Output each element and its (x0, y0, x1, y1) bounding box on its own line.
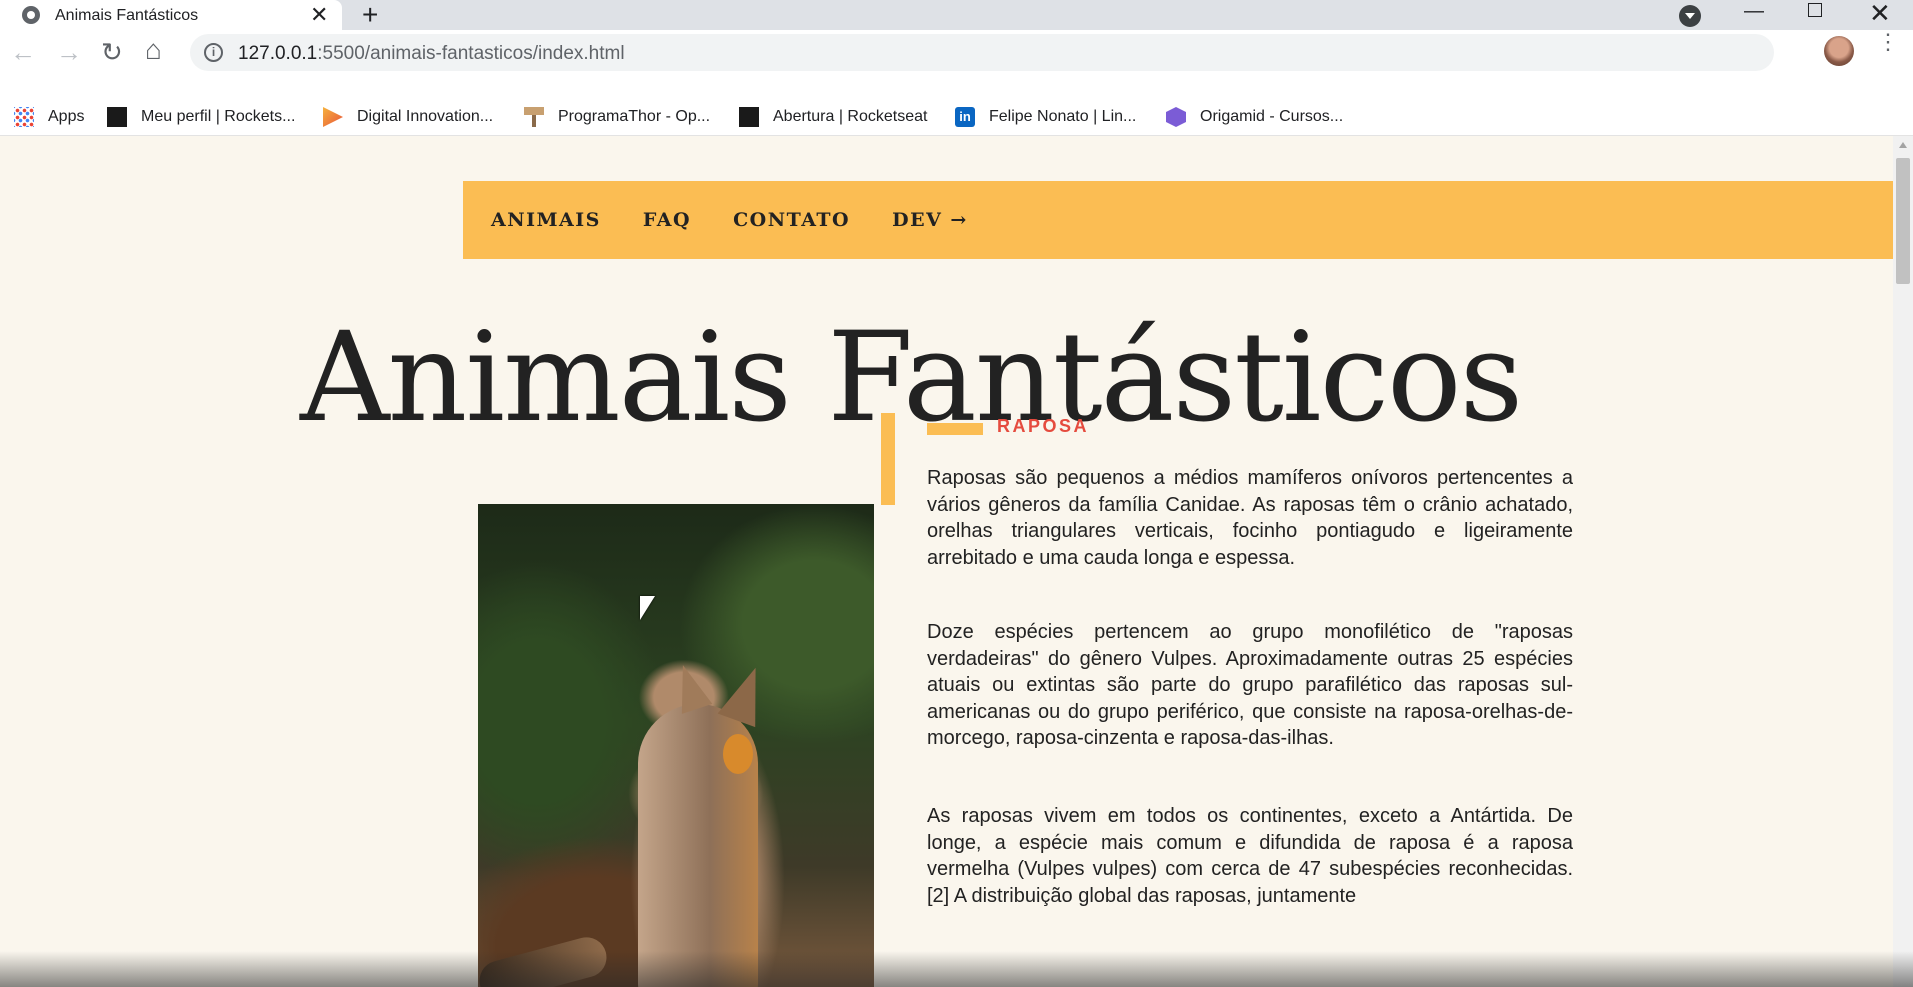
url-host: 127.0.0.1 (238, 43, 318, 64)
bookmark-label: Digital Innovation... (357, 108, 494, 125)
bookmark-digital-innovation[interactable]: Digital Innovation... (323, 98, 493, 136)
browser-toolbar: ← → ↻ ⌂ i 127.0.0.1:5500/animais-fantast… (0, 30, 1913, 98)
restore-button[interactable] (1808, 3, 1822, 17)
close-tab-icon[interactable]: ✕ (310, 2, 328, 28)
bookmark-rocketseat-profile[interactable]: Meu perfil | Rockets... (107, 98, 295, 136)
forward-button[interactable]: → (56, 37, 82, 68)
fox-fur-patch (723, 734, 753, 774)
site-menu: ANIMAIS FAQ CONTATO DEV → (463, 181, 1893, 259)
media-control-icon[interactable] (1679, 5, 1701, 27)
scroll-up-arrow-icon[interactable] (1899, 142, 1907, 148)
bookmark-label: ProgramaThor - Op... (558, 108, 711, 125)
browser-tab[interactable]: Animais Fantásticos ✕ (0, 0, 342, 30)
bookmark-label: Origamid - Cursos... (1200, 108, 1344, 125)
address-bar[interactable]: i 127.0.0.1:5500/animais-fantasticos/ind… (190, 34, 1774, 71)
fox-paw (478, 932, 611, 987)
paragraph: Raposas são pequenos a médios mamíferos … (927, 467, 1573, 569)
scroll-thumb[interactable] (1896, 158, 1910, 284)
linkedin-icon: in (955, 107, 975, 127)
bookmark-label: Felipe Nonato | Lin... (989, 108, 1137, 125)
back-button[interactable]: ← (10, 37, 36, 68)
hammer-icon (524, 107, 544, 127)
menu-item-contato[interactable]: CONTATO (733, 209, 850, 231)
page-title: Animais Fantásticos (300, 306, 1523, 450)
bookmark-abertura-rocketseat[interactable]: Abertura | Rocketseat (739, 98, 927, 136)
window-close-button[interactable]: ✕ (1869, 0, 1891, 29)
menu-item-dev[interactable]: DEV → (892, 209, 968, 231)
reload-button[interactable]: ↻ (101, 37, 123, 68)
apps-grid-icon (14, 107, 34, 127)
menu-item-faq[interactable]: FAQ (643, 209, 691, 231)
url-text[interactable]: 127.0.0.1:5500/animais-fantasticos/index… (238, 43, 625, 65)
bookmark-apps[interactable]: Apps (14, 98, 84, 136)
page-scrollbar[interactable] (1893, 136, 1913, 987)
fox-ear (667, 660, 713, 714)
menu-item-animais[interactable]: ANIMAIS (491, 209, 601, 231)
fox-photo (478, 504, 874, 987)
profile-avatar[interactable] (1824, 36, 1854, 66)
minimize-button[interactable]: — (1744, 0, 1764, 23)
rocketseat-icon (107, 107, 127, 127)
dio-icon (323, 107, 343, 127)
globe-icon (22, 6, 40, 24)
paragraph: Doze espécies pertencem ao grupo monofil… (927, 621, 1573, 749)
mouse-cursor-icon (640, 596, 655, 620)
home-button[interactable]: ⌂ (145, 34, 162, 66)
url-path: :5500/animais-fantasticos/index.html (317, 43, 625, 64)
rocketseat-icon (739, 107, 759, 127)
site-info-icon[interactable]: i (204, 43, 223, 62)
bookmark-label: Abertura | Rocketseat (773, 108, 928, 125)
tab-strip: Animais Fantásticos ✕ + — ✕ (0, 0, 1913, 30)
bookmark-label: Meu perfil | Rockets... (141, 108, 296, 125)
browser-menu-icon[interactable]: ⋮ (1877, 31, 1899, 53)
bookmarks-bar: Apps Meu perfil | Rockets... Digital Inn… (0, 98, 1913, 136)
bookmark-origamid[interactable]: Origamid - Cursos... (1166, 98, 1343, 136)
section-title: RAPOSA (997, 416, 1090, 436)
origamid-icon (1166, 107, 1186, 127)
photo-accent-bar (881, 413, 895, 505)
tab-title: Animais Fantásticos (55, 7, 199, 24)
bookmark-linkedin[interactable]: in Felipe Nonato | Lin... (955, 98, 1136, 136)
bookmark-programathor[interactable]: ProgramaThor - Op... (524, 98, 710, 136)
paragraph: As raposas vivem em todos os continentes… (927, 805, 1573, 907)
bookmark-label: Apps (48, 108, 85, 125)
section-tag-line (927, 423, 983, 435)
new-tab-button[interactable]: + (362, 0, 378, 31)
page-viewport: ANIMAIS FAQ CONTATO DEV → Animais Fantás… (0, 136, 1893, 987)
